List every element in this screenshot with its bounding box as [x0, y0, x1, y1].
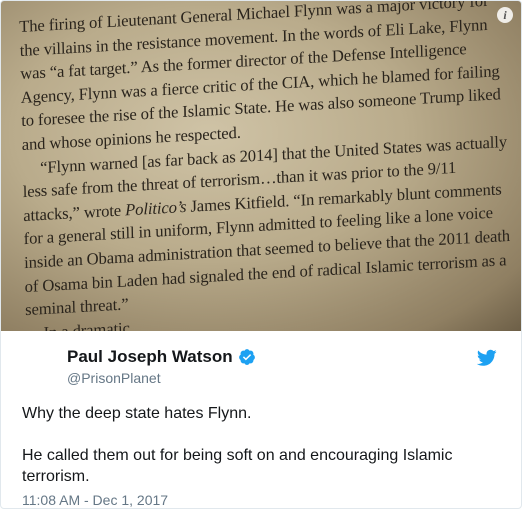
tweet-timestamp[interactable]: 11:08 AM - Dec 1, 2017: [22, 492, 168, 508]
info-icon[interactable]: i: [497, 7, 513, 23]
twitter-bird-icon[interactable]: [477, 349, 497, 367]
tweet-text-line-2: He called them out for being soft on and…: [22, 447, 453, 485]
author-handle[interactable]: @PrisonPlanet: [67, 370, 256, 386]
tweet-photo[interactable]: The firing of Lieutenant General Michael…: [1, 1, 521, 331]
author-name-row: Paul Joseph Watson: [67, 347, 256, 367]
book-page-text: The firing of Lieutenant General Michael…: [19, 1, 515, 331]
tweet-text-line-1: Why the deep state hates Flynn.: [22, 405, 252, 422]
tweet-author[interactable]: Paul Joseph Watson @PrisonPlanet: [67, 347, 256, 386]
book-publication-name: Politico’s: [124, 196, 187, 220]
verified-badge-icon: [238, 349, 255, 365]
embedded-tweet-card: The firing of Lieutenant General Michael…: [0, 0, 522, 509]
book-paragraph-2: “Flynn warned [as far back as 2014] that…: [22, 129, 515, 322]
author-display-name[interactable]: Paul Joseph Watson: [67, 347, 233, 367]
